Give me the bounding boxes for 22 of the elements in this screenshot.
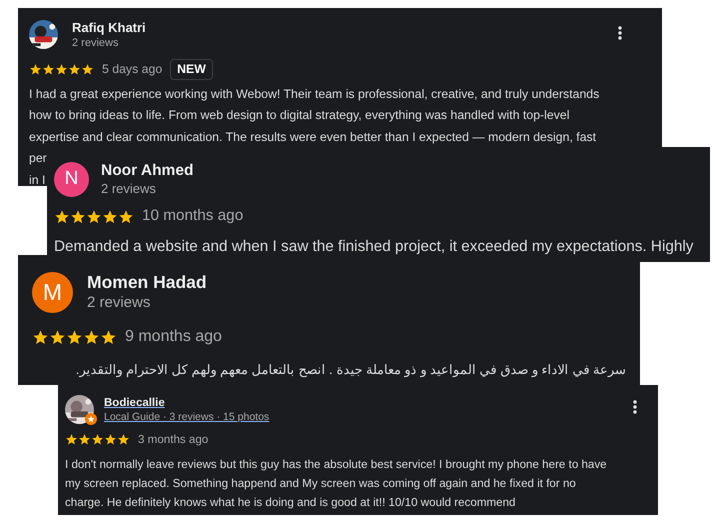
- review-date: 10 months ago: [142, 206, 244, 226]
- review-count: 2 reviews: [101, 180, 157, 198]
- avatar: M: [32, 272, 73, 313]
- review-text-fragment: in I: [29, 172, 46, 186]
- review-count: 2 reviews: [72, 36, 120, 50]
- avatar: N: [54, 162, 89, 198]
- reviewer-name: Momen Hadad: [87, 272, 207, 294]
- reviewer-stats-link[interactable]: Local Guide · 3 reviews · 15 photos: [104, 411, 270, 426]
- review-date: 3 months ago: [138, 432, 208, 448]
- review-date: 9 months ago: [125, 327, 222, 347]
- review-text-fragment: per: [29, 150, 47, 168]
- new-tag: NEW: [170, 58, 213, 80]
- reviewer-name: Rafiq Khatri: [72, 20, 146, 36]
- review-text: Demanded a website and when I saw the finished project, it exceeded my expectations. Highly: [54, 238, 694, 257]
- review-count: 2 reviews: [87, 293, 152, 313]
- reviewer-name: Noor Ahmed: [101, 162, 194, 181]
- review-text: I don't normally leave reviews but this guy has the absolute best service! I brought my phone here to have my screen replaced. Something happend and My screen was coming off again and he fixed it for no charge. He definitely knows what he is doing and is good at it!! 10/10 would recommend: [65, 457, 608, 512]
- more-options-icon[interactable]: [633, 400, 637, 414]
- more-options-icon[interactable]: [618, 26, 622, 40]
- review-date: 5 days ago: [102, 61, 162, 78]
- reviewer-name-link[interactable]: Bodiecallie: [104, 397, 165, 409]
- review-text: سرعة في الاداء و صدق في المواعيد و ذو معاملة جيدة . انصح بالتعامل معهم ولهم كل الاحترام والتقدير.: [74, 361, 626, 380]
